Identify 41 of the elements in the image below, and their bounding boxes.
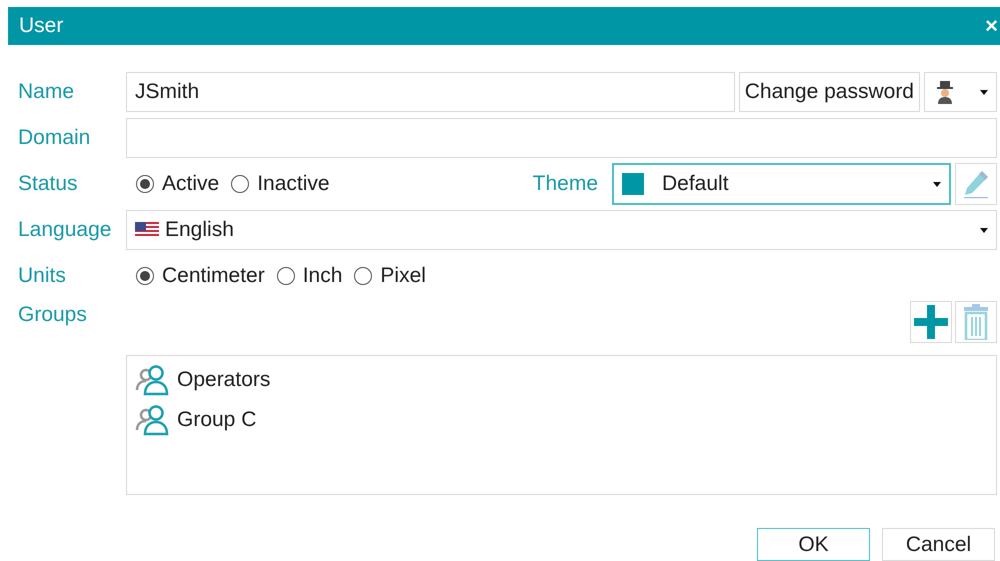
dialog-button[interactable]: OK [757, 528, 870, 561]
people-icon [135, 364, 171, 396]
field-label: Status [18, 172, 79, 196]
radio-label: Inch [302, 264, 342, 288]
radio-label: Centimeter [162, 264, 265, 288]
window-title: User [19, 14, 64, 38]
avatar-dropdown[interactable] [924, 72, 997, 112]
flag-icon [135, 222, 159, 238]
add-button[interactable] [910, 301, 952, 343]
language-dropdown[interactable]: English [126, 210, 997, 250]
plus-icon [914, 305, 948, 339]
color-swatch-icon [622, 173, 644, 195]
groups-list[interactable]: Operators Group C [126, 355, 997, 495]
field-label: Groups [18, 303, 88, 327]
radio-button[interactable] [231, 175, 250, 193]
radio-button[interactable] [136, 175, 154, 193]
radio-label: Active [162, 172, 220, 196]
caret-icon [980, 90, 988, 94]
radio-button[interactable] [136, 267, 154, 285]
dialog-button[interactable]: Cancel [882, 528, 995, 561]
change-password-button[interactable]: Change password [738, 72, 920, 112]
radio-label: Inactive [257, 172, 330, 196]
name-field[interactable]: JSmith [126, 72, 735, 112]
caret-icon [933, 182, 941, 186]
caret-icon [980, 228, 988, 232]
radio-button[interactable] [354, 267, 372, 285]
field-label: Units [18, 264, 67, 288]
trash-icon [963, 304, 989, 340]
radio-button[interactable] [276, 267, 295, 285]
field-label: Name [18, 80, 76, 104]
people-icon [135, 404, 171, 436]
radio-label: Pixel [380, 264, 426, 288]
pencil-icon [962, 169, 990, 199]
close-icon[interactable]: × [985, 15, 1000, 37]
theme-dropdown[interactable]: Default [612, 163, 951, 205]
field-label: Theme [532, 172, 598, 196]
field-label: Domain [18, 126, 92, 150]
group-item[interactable]: Group C [135, 402, 988, 438]
field-label: Language [18, 218, 112, 242]
domain-field[interactable] [126, 118, 997, 158]
group-item[interactable]: Operators [135, 362, 988, 398]
